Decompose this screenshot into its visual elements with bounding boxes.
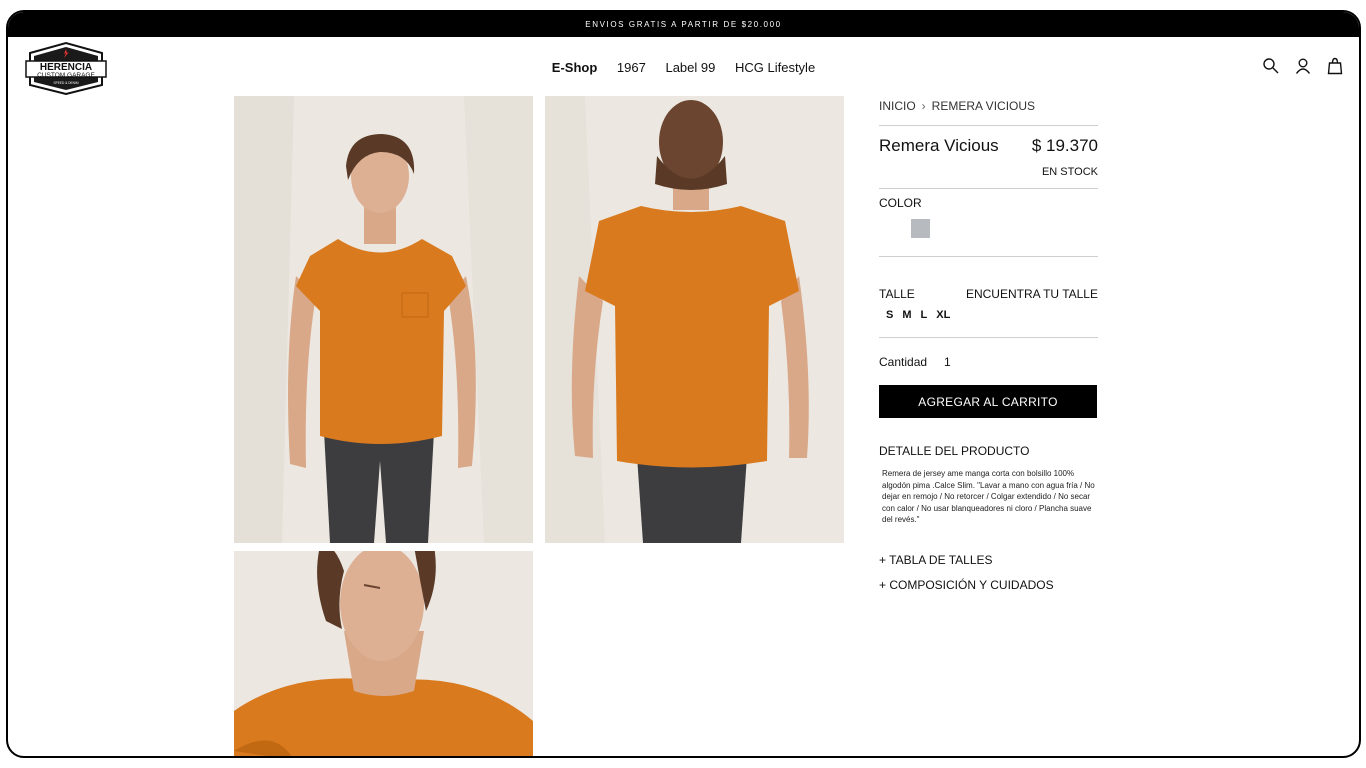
size-option-xl[interactable]: XL: [936, 309, 950, 321]
size-option-m[interactable]: M: [902, 309, 911, 321]
quantity-label: Cantidad: [879, 355, 928, 369]
title-row: Remera Vicious $ 19.370: [879, 136, 1098, 156]
breadcrumb-home[interactable]: INICIO: [879, 99, 916, 113]
size-option-s[interactable]: S: [886, 309, 893, 321]
product-image-front[interactable]: [234, 96, 533, 543]
composition-accordion[interactable]: + COMPOSICIÓN Y CUIDADOS: [879, 578, 1098, 592]
size-row: TALLE ENCUENTRA TU TALLE: [879, 287, 1098, 301]
divider: [879, 125, 1098, 126]
quantity-row: Cantidad 1: [879, 355, 1098, 369]
header-icons: [1261, 56, 1345, 76]
nav-1967[interactable]: 1967: [617, 60, 646, 75]
color-swatch-gray[interactable]: [911, 219, 930, 238]
divider: [879, 188, 1098, 189]
quantity-input[interactable]: 1: [944, 355, 951, 369]
color-label: COLOR: [879, 196, 922, 210]
product-image-closeup[interactable]: [234, 551, 533, 756]
divider: [879, 256, 1098, 257]
breadcrumb-separator-icon: ›: [921, 99, 926, 113]
product-price: $ 19.370: [1031, 136, 1098, 155]
size-label: TALLE: [879, 287, 915, 301]
browser-frame: ENVIOS GRATIS A PARTIR DE $20.000 HERENC…: [6, 10, 1361, 758]
breadcrumb: INICIO › REMERA VICIOUS: [879, 99, 1098, 113]
bag-icon[interactable]: [1325, 56, 1345, 76]
add-to-cart-button[interactable]: AGREGAR AL CARRITO: [879, 385, 1097, 418]
announcement-bar: ENVIOS GRATIS A PARTIR DE $20.000: [8, 12, 1359, 37]
size-table-accordion[interactable]: + TABLA DE TALLES: [879, 553, 1098, 567]
product-panel: INICIO › REMERA VICIOUS Remera Vicious $ 1…: [879, 96, 1098, 592]
nav-label-99[interactable]: Label 99: [665, 60, 715, 75]
logo-line3: SPEED & DENIM: [54, 81, 79, 85]
size-option-l[interactable]: L: [921, 309, 928, 321]
size-guide-link[interactable]: ENCUENTRA TU TALLE: [966, 287, 1098, 301]
product-image-back[interactable]: [545, 96, 844, 543]
breadcrumb-current: REMERA VICIOUS: [931, 99, 1036, 113]
search-icon[interactable]: [1261, 56, 1281, 76]
detail-text: Remera de jersey ame manga corta con bol…: [882, 469, 1095, 524]
user-icon[interactable]: [1293, 56, 1313, 76]
nav-eshop[interactable]: E-Shop: [552, 60, 598, 75]
stock-status: EN STOCK: [1041, 166, 1098, 178]
size-options: S M L XL: [886, 309, 1098, 321]
main-nav: E-Shop 1967 Label 99 HCG Lifestyle: [8, 60, 1359, 75]
detail-title: DETALLE DEL PRODUCTO: [879, 444, 1030, 458]
product-title: Remera Vicious: [879, 136, 999, 155]
divider: [879, 337, 1098, 338]
nav-hcg-lifestyle[interactable]: HCG Lifestyle: [735, 60, 815, 75]
